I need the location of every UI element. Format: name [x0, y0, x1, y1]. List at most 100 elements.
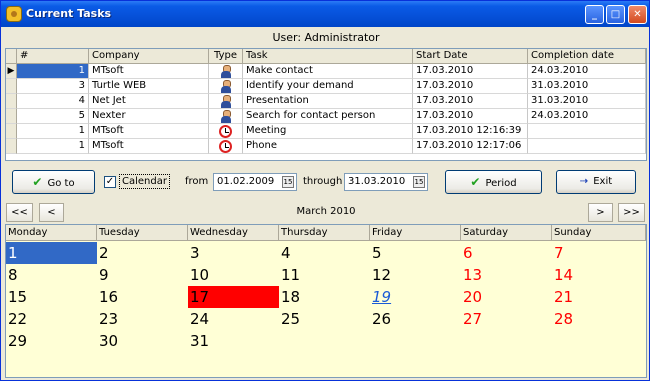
cell-task[interactable]: Phone	[243, 139, 413, 154]
month-calendar[interactable]: Monday Tuesday Wednesday Thursday Friday Satu…	[5, 224, 647, 378]
cell-company[interactable]: Turtle WEB	[89, 79, 209, 94]
next-month-button[interactable]: >	[588, 203, 613, 222]
calendar-day[interactable]: 25	[279, 308, 370, 330]
calendar-dropdown-icon[interactable]: 15	[413, 176, 425, 188]
cell-start-date[interactable]: 17.03.2010	[413, 94, 528, 109]
calendar-day[interactable]: 7	[552, 242, 646, 264]
person-icon	[220, 110, 232, 123]
calendar-day[interactable]: 16	[97, 286, 188, 308]
header-num[interactable]: #	[17, 49, 89, 64]
cell-start-date[interactable]: 17.03.2010 12:17:06	[413, 139, 528, 154]
table-row[interactable]: 3 Turtle WEB Identify your demand 17.03.201…	[6, 79, 646, 94]
from-date-field[interactable]: 01.02.2009 15	[213, 173, 297, 191]
calendar-day[interactable]: 30	[97, 330, 188, 352]
day-header: Saturday	[461, 225, 552, 241]
cell-num[interactable]: 1	[17, 139, 89, 154]
cell-task[interactable]: Search for contact person	[243, 109, 413, 124]
cell-start-date[interactable]: 17.03.2010	[413, 79, 528, 94]
tasks-table[interactable]: # Company Type Task Start Date Completio…	[5, 48, 647, 161]
calendar-day[interactable]: 13	[461, 264, 552, 286]
cell-company[interactable]: MTsoft	[89, 139, 209, 154]
cell-type[interactable]	[209, 139, 243, 154]
calendar-day[interactable]: 31	[188, 330, 279, 352]
calendar-day[interactable]: 26	[370, 308, 461, 330]
goto-button[interactable]: ✔ Go to	[12, 170, 95, 194]
prev-month-button[interactable]: <	[39, 203, 64, 222]
cell-completion-date[interactable]: 24.03.2010	[528, 64, 646, 79]
cell-task[interactable]: Presentation	[243, 94, 413, 109]
cell-company[interactable]: Net Jet	[89, 94, 209, 109]
cell-company[interactable]: MTsoft	[89, 124, 209, 139]
cell-type[interactable]	[209, 124, 243, 139]
calendar-day[interactable]: 23	[97, 308, 188, 330]
calendar-day[interactable]: 28	[552, 308, 646, 330]
header-completion-date[interactable]: Completion date	[528, 49, 646, 64]
cell-task[interactable]: Identify your demand	[243, 79, 413, 94]
header-task[interactable]: Task	[243, 49, 413, 64]
header-start-date[interactable]: Start Date	[413, 49, 528, 64]
cell-completion-date[interactable]: 31.03.2010	[528, 79, 646, 94]
table-row[interactable]: ▶ 1 MTsoft Make contact 17.03.2010 24.03.2010	[6, 64, 646, 79]
calendar-day[interactable]: 18	[279, 286, 370, 308]
cell-completion-date[interactable]	[528, 139, 646, 154]
cell-start-date[interactable]: 17.03.2010	[413, 109, 528, 124]
calendar-day[interactable]: 12	[370, 264, 461, 286]
maximize-button[interactable]: □	[606, 5, 625, 24]
cell-type[interactable]	[209, 94, 243, 109]
calendar-day[interactable]: 11	[279, 264, 370, 286]
title-bar[interactable]: Current Tasks _ □ ✕	[1, 1, 649, 27]
calendar-day[interactable]: 21	[552, 286, 646, 308]
calendar-checkbox[interactable]: ✓	[104, 176, 116, 188]
cell-num[interactable]: 1	[17, 64, 89, 79]
cell-company[interactable]: Nexter	[89, 109, 209, 124]
calendar-dropdown-icon[interactable]: 15	[282, 176, 294, 188]
calendar-day[interactable]: 4	[279, 242, 370, 264]
calendar-day[interactable]: 8	[6, 264, 97, 286]
cell-type[interactable]	[209, 79, 243, 94]
table-row[interactable]: 1 MTsoft Meeting 17.03.2010 12:16:39	[6, 124, 646, 139]
period-button[interactable]: ✔ Period	[445, 170, 542, 194]
cell-type[interactable]	[209, 109, 243, 124]
calendar-day[interactable]: 15	[6, 286, 97, 308]
calendar-day[interactable]: 27	[461, 308, 552, 330]
cell-start-date[interactable]: 17.03.2010	[413, 64, 528, 79]
first-month-button[interactable]: <<	[6, 203, 33, 222]
close-button[interactable]: ✕	[628, 5, 647, 24]
header-type[interactable]: Type	[209, 49, 243, 64]
cell-company[interactable]: MTsoft	[89, 64, 209, 79]
cell-task[interactable]: Meeting	[243, 124, 413, 139]
cell-num[interactable]: 1	[17, 124, 89, 139]
table-row[interactable]: 1 MTsoft Phone 17.03.2010 12:17:06	[6, 139, 646, 154]
calendar-day[interactable]: 2	[97, 242, 188, 264]
exit-button[interactable]: ⇢ Exit	[556, 170, 636, 194]
calendar-day[interactable]: 24	[188, 308, 279, 330]
cell-start-date[interactable]: 17.03.2010 12:16:39	[413, 124, 528, 139]
table-row[interactable]: 4 Net Jet Presentation 17.03.2010 31.03.2010	[6, 94, 646, 109]
cell-num[interactable]: 5	[17, 109, 89, 124]
calendar-day[interactable]: 19	[370, 286, 461, 308]
calendar-day[interactable]: 29	[6, 330, 97, 352]
calendar-day[interactable]: 22	[6, 308, 97, 330]
calendar-day[interactable]: 9	[97, 264, 188, 286]
cell-num[interactable]: 4	[17, 94, 89, 109]
through-date-field[interactable]: 31.03.2010 15	[344, 173, 428, 191]
table-row[interactable]: 5 Nexter Search for contact person 17.03.20…	[6, 109, 646, 124]
cell-completion-date[interactable]: 31.03.2010	[528, 94, 646, 109]
calendar-day[interactable]: 5	[370, 242, 461, 264]
calendar-day[interactable]: 6	[461, 242, 552, 264]
last-month-button[interactable]: >>	[618, 203, 645, 222]
calendar-day[interactable]: 10	[188, 264, 279, 286]
cell-completion-date[interactable]	[528, 124, 646, 139]
minimize-button[interactable]: _	[585, 5, 604, 24]
calendar-day[interactable]: 20	[461, 286, 552, 308]
cell-type[interactable]	[209, 64, 243, 79]
calendar-day[interactable]: 1	[6, 242, 97, 264]
cell-completion-date[interactable]: 24.03.2010	[528, 109, 646, 124]
calendar-day[interactable]: 3	[188, 242, 279, 264]
cell-num[interactable]: 3	[17, 79, 89, 94]
cell-task[interactable]: Make contact	[243, 64, 413, 79]
header-company[interactable]: Company	[89, 49, 209, 64]
calendar-day[interactable]: 14	[552, 264, 646, 286]
calendar-label[interactable]: Calendar	[119, 174, 170, 189]
calendar-day[interactable]: 17	[188, 286, 279, 308]
